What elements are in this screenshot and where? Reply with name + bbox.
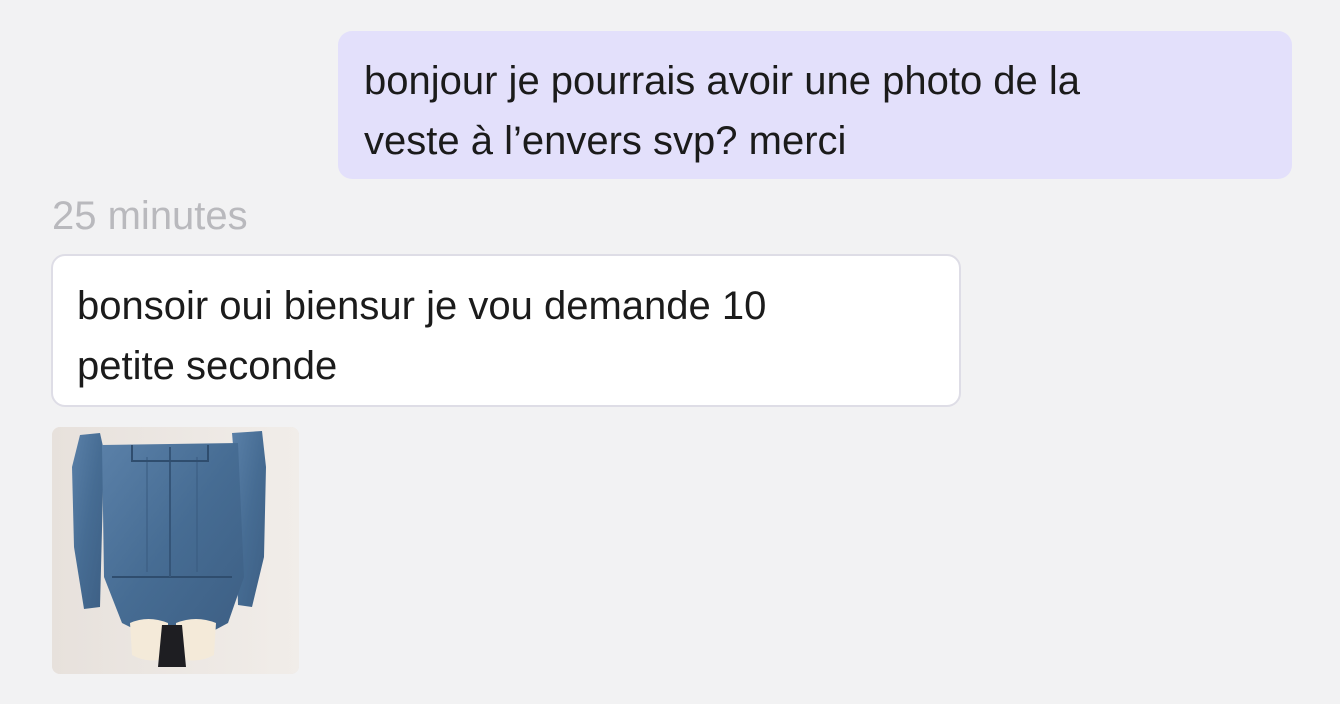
message-text-line: bonsoir oui biensur je vou demande 10 [77,284,767,328]
message-text-line: petite seconde [77,344,338,388]
message-text-line: veste à l’envers svp? merci [364,119,847,163]
message-timestamp: 25 minutes [52,194,248,238]
incoming-photo-attachment[interactable] [52,427,299,674]
outgoing-message-bubble[interactable]: bonjour je pourrais avoir une photo de l… [338,31,1292,179]
denim-jacket-image [52,427,299,674]
chat-thread: bonjour je pourrais avoir une photo de l… [0,0,1340,704]
incoming-message-bubble[interactable]: bonsoir oui biensur je vou demande 10 pe… [51,254,961,407]
message-text-line: bonjour je pourrais avoir une photo de l… [364,59,1081,103]
